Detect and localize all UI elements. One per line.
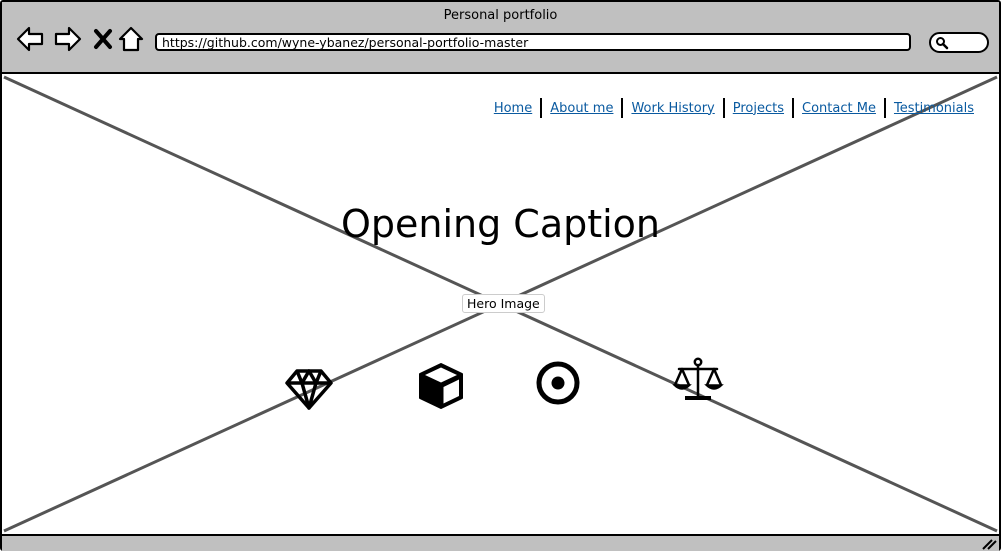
forward-button[interactable] xyxy=(53,24,83,54)
target-icon xyxy=(536,361,580,405)
search-field[interactable] xyxy=(929,32,989,53)
window-title: Personal portfolio xyxy=(443,8,558,23)
search-icon xyxy=(936,37,949,50)
status-bar xyxy=(2,534,999,551)
top-navigation: Home About me Work History Projects Cont… xyxy=(486,98,982,118)
stop-button[interactable] xyxy=(88,24,118,54)
browser-window: Personal portfolio https://github.com/wy… xyxy=(0,0,1001,551)
cube-icon xyxy=(419,363,463,409)
home-button[interactable] xyxy=(116,24,146,54)
nav-link-contact-me[interactable]: Contact Me xyxy=(794,101,884,116)
home-icon xyxy=(118,26,144,52)
hero-image-label: Hero Image xyxy=(462,294,545,313)
nav-link-testimonials[interactable]: Testimonials xyxy=(886,101,982,116)
page-content: Home About me Work History Projects Cont… xyxy=(2,74,999,534)
nav-link-projects[interactable]: Projects xyxy=(725,101,792,116)
back-arrow-icon xyxy=(16,26,44,52)
address-bar[interactable]: https://github.com/wyne-ybanez/personal-… xyxy=(155,33,911,51)
nav-link-about-me[interactable]: About me xyxy=(542,101,621,116)
balance-scale-icon xyxy=(672,357,724,400)
back-button[interactable] xyxy=(15,24,45,54)
nav-link-home[interactable]: Home xyxy=(486,101,540,116)
hero-caption: Opening Caption xyxy=(340,202,661,246)
resize-grip-icon[interactable] xyxy=(981,538,997,550)
forward-arrow-icon xyxy=(54,26,82,52)
nav-link-work-history[interactable]: Work History xyxy=(623,101,722,116)
browser-toolbar: Personal portfolio https://github.com/wy… xyxy=(2,2,999,74)
close-icon xyxy=(94,29,112,49)
diamond-icon xyxy=(285,369,333,410)
